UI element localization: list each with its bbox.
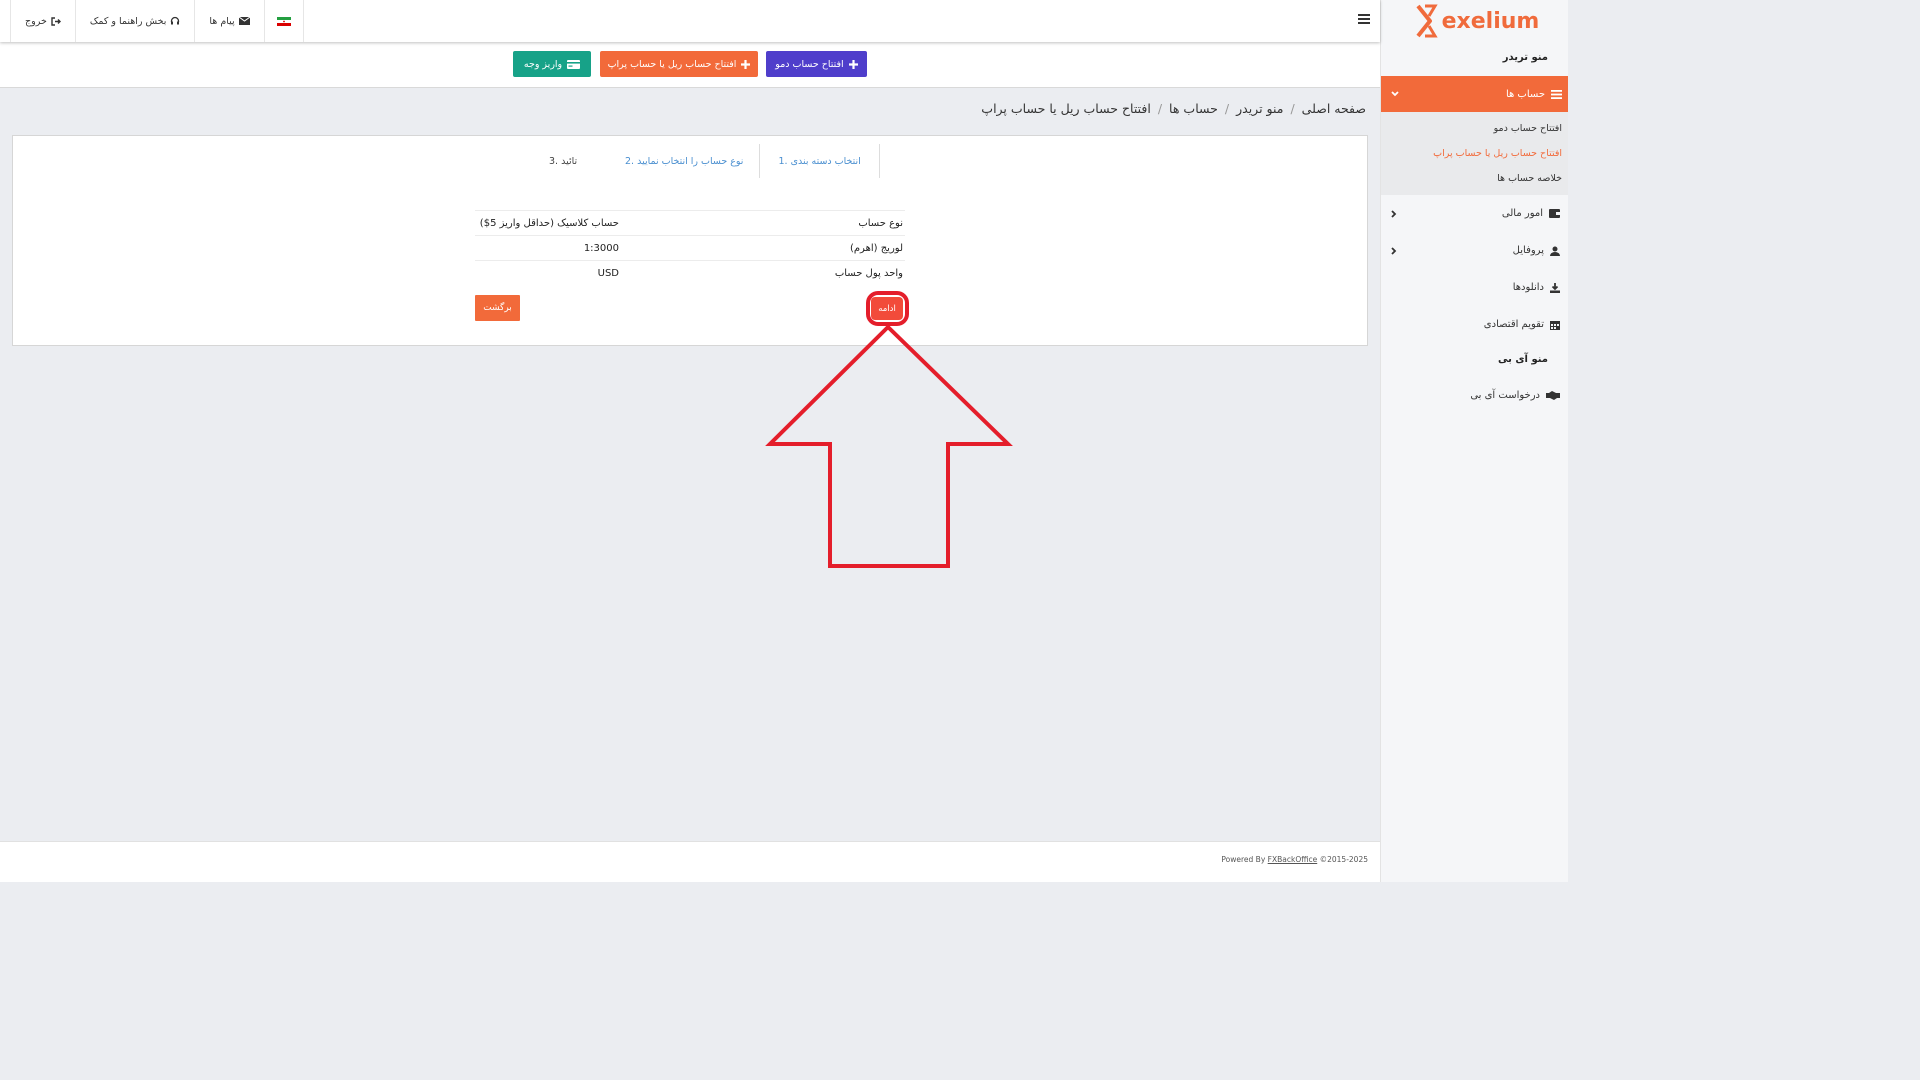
iran-flag-icon [276,16,291,26]
copyright-text: ©2015-2025 [1319,855,1368,864]
action-bar: واریز وجه افتتاح حساب ریل یا حساب پراپ ا… [0,42,1380,88]
open-demo-account-button[interactable]: افتتاح حساب دمو [766,51,867,77]
table-row: 1:3000 لوریج (اهرم) [475,235,905,260]
currency-value: USD [597,267,619,279]
leverage-value: 1:3000 [583,242,619,254]
table-row: USD واحد پول حساب [475,260,905,285]
table-row: حساب کلاسیک (حداقل واریز 5$) نوع حساب [475,210,905,235]
leverage-label: لوریج (اهرم) [849,242,903,254]
help-label: بخش راهنما و کمک [89,15,167,27]
sidebar-item-label: حساب ها [1505,88,1545,100]
messages-link[interactable]: پیام ها [195,0,265,42]
sidebar-item-downloads[interactable]: دانلودها [1381,269,1568,306]
breadcrumb-separator: / [1224,101,1230,116]
account-summary-table: حساب کلاسیک (حداقل واریز 5$) نوع حساب 1:… [475,210,905,285]
sidebar-item-ib-request[interactable]: درخواست آی بی [1381,377,1568,414]
sidebar-subitem-open-real[interactable]: افتتاح حساب ریل یا حساب پراپ [1381,141,1568,166]
breadcrumb-separator: / [1157,101,1163,116]
breadcrumb-trader-menu[interactable]: منو تریدر [1236,101,1283,116]
open-real-account-button[interactable]: افتتاح حساب ریل یا حساب پراپ [600,51,758,77]
sidebar-item-label: دانلودها [1512,282,1544,293]
plus-icon [741,59,751,69]
step-account-type[interactable]: 2. نوع حساب را انتخاب نمایید [609,144,759,178]
pointer-arrow-annotation [765,324,1013,568]
sidebar-item-label: پروفایل [1512,245,1544,256]
powered-by-text: Powered By [1221,855,1266,864]
chevron-left-icon [1391,246,1397,255]
open-demo-account-label: افتتاح حساب دمو [775,58,844,70]
chevron-down-icon [1391,91,1399,97]
footer: Powered By FXBackOffice ©2015-2025 [0,841,1380,882]
highlight-ring [866,291,909,326]
exelium-logo-icon [1416,4,1438,38]
breadcrumb-accounts[interactable]: حساب ها [1169,101,1218,116]
sign-out-icon [51,16,61,26]
handshake-icon [1546,391,1560,400]
accounts-submenu: افتتاح حساب دمو افتتاح حساب ریل یا حساب … [1381,112,1568,195]
chevron-left-icon [1391,209,1397,218]
language-selector[interactable] [265,0,304,42]
sidebar-item-label: درخواست آی بی [1470,390,1540,401]
ib-menu-heading: منو آی بی [1498,354,1548,365]
top-navbar: خروج بخش راهنما و کمک پیام ها [0,0,1380,42]
deposit-button[interactable]: واریز وجه [513,51,591,77]
step-category[interactable]: 1. انتخاب دسته بندی [759,144,880,178]
menu-toggle-icon[interactable] [1358,14,1370,26]
headset-icon [171,16,180,25]
sidebar-item-accounts[interactable]: حساب ها [1381,76,1568,112]
sidebar: exelium منو تریدر حساب ها افتتاح حساب دم… [1380,0,1568,882]
breadcrumb-current: افتتاح حساب ریل یا حساب پراپ [981,101,1151,116]
calendar-icon [1550,320,1560,330]
sidebar-item-label: تقویم اقتصادی [1483,319,1544,330]
sidebar-item-calendar[interactable]: تقویم اقتصادی [1381,306,1568,343]
fxbackoffice-link[interactable]: FXBackOffice [1268,855,1318,864]
back-button[interactable]: برگشت [475,295,520,321]
sidebar-subitem-open-demo[interactable]: افتتاح حساب دمو [1381,116,1568,141]
download-icon [1550,282,1560,293]
trader-menu-heading: منو تریدر [1502,52,1548,63]
logout-link[interactable]: خروج [10,0,76,42]
messages-label: پیام ها [209,15,235,27]
exelium-logo[interactable]: exelium [1381,0,1568,42]
brand-name: exelium [1441,8,1540,34]
deposit-button-label: واریز وجه [523,58,563,70]
sidebar-item-financial[interactable]: امور مالی [1381,195,1568,232]
step-confirm: 3. تائید [549,155,578,167]
breadcrumb-home[interactable]: صفحه اصلی [1302,101,1366,116]
logout-label: خروج [25,15,47,27]
wallet-icon [1549,209,1560,218]
account-wizard-card: 3. تائید 2. نوع حساب را انتخاب نمایید 1.… [12,135,1368,346]
sidebar-item-profile[interactable]: پروفایل [1381,232,1568,269]
breadcrumb: صفحه اصلی / منو تریدر / حساب ها / افتتاح… [981,101,1366,116]
credit-card-icon [567,59,581,69]
account-type-value: حساب کلاسیک (حداقل واریز 5$) [479,217,619,229]
sidebar-subitem-summary[interactable]: خلاصه حساب ها [1381,166,1568,191]
user-icon [1550,246,1560,256]
wizard-steps: 3. تائید 2. نوع حساب را انتخاب نمایید 1.… [549,144,880,178]
open-real-account-label: افتتاح حساب ریل یا حساب پراپ [607,58,737,70]
breadcrumb-separator: / [1290,101,1295,116]
sidebar-item-label: امور مالی [1501,208,1543,219]
envelope-icon [238,17,250,25]
help-link[interactable]: بخش راهنما و کمک [76,0,196,42]
account-type-label: نوع حساب [858,217,903,229]
currency-label: واحد پول حساب [834,267,903,279]
list-icon [1551,89,1562,99]
plus-icon [848,59,858,69]
